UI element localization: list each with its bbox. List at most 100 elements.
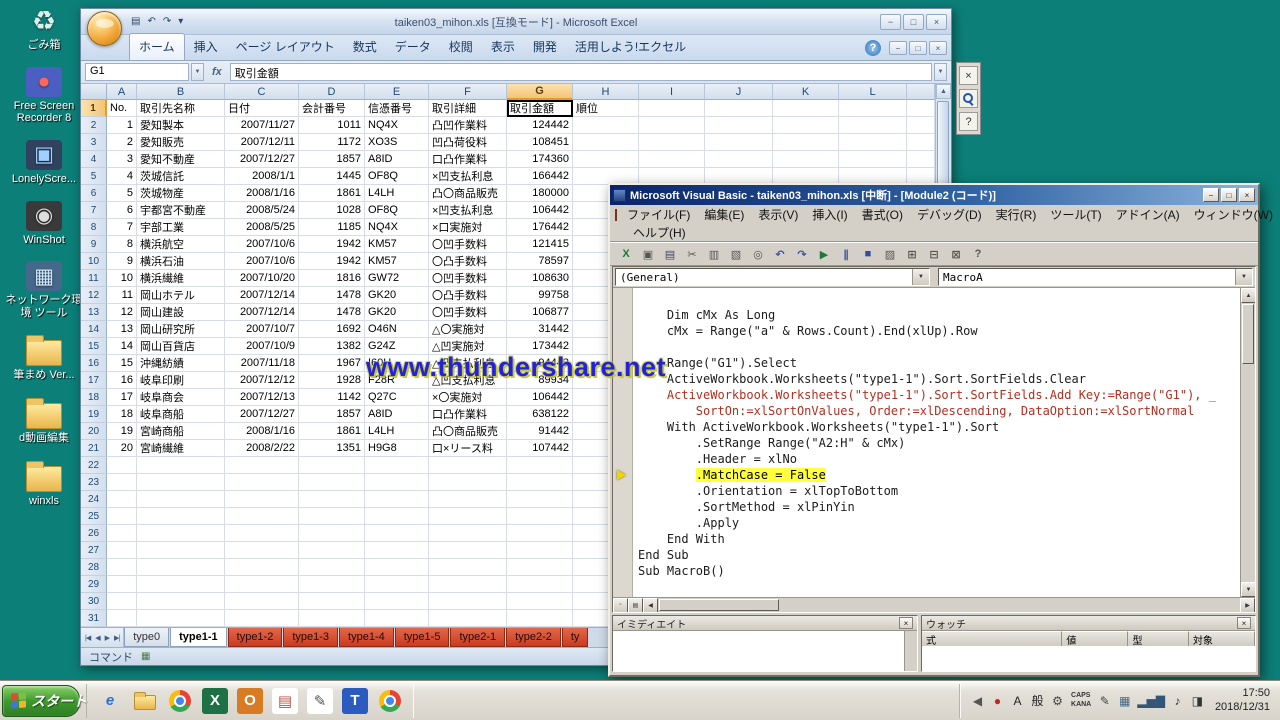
prev-sheet-icon[interactable]: ◀: [94, 634, 100, 642]
watch-close-icon[interactable]: ×: [1237, 617, 1251, 629]
code-scroll-track[interactable]: [1241, 303, 1255, 582]
cell[interactable]: 1928: [299, 372, 365, 389]
cell[interactable]: 愛知販売: [137, 134, 225, 151]
sheet-tab[interactable]: type1-2: [228, 628, 283, 647]
immediate-title-bar[interactable]: イミディエイト ×: [613, 616, 917, 631]
cell[interactable]: Q27C: [365, 389, 429, 406]
row-header[interactable]: 19: [81, 406, 107, 423]
undo-icon[interactable]: ↶: [145, 16, 157, 27]
cell[interactable]: 91442: [507, 423, 573, 440]
menu-item[interactable]: ヘルプ(H): [626, 223, 693, 242]
cell[interactable]: [225, 525, 299, 542]
cell[interactable]: 1478: [299, 304, 365, 321]
cell[interactable]: [107, 610, 137, 627]
cell[interactable]: 2008/5/24: [225, 202, 299, 219]
code-line[interactable]: Range("G1").Select: [638, 355, 1238, 371]
desktop-icon-winshot[interactable]: ◉WinShot: [4, 201, 84, 247]
sheet-tab[interactable]: type1-3: [283, 628, 338, 647]
row-header[interactable]: 17: [81, 372, 107, 389]
cell[interactable]: [639, 100, 705, 117]
cell[interactable]: No.: [107, 100, 137, 117]
office-button[interactable]: [87, 11, 122, 46]
menu-item[interactable]: ツール(T): [1043, 205, 1108, 224]
cell[interactable]: [365, 457, 429, 474]
cell[interactable]: 31442: [507, 321, 573, 338]
help-icon[interactable]: ?: [959, 112, 978, 131]
code-line[interactable]: [638, 579, 1238, 595]
code-hscroll-track[interactable]: [658, 598, 1240, 613]
full-module-view-icon[interactable]: ▤: [628, 598, 643, 613]
quick-launch-notepad-icon[interactable]: ✎: [307, 688, 333, 714]
ribbon-tab[interactable]: 挿入: [185, 34, 227, 60]
vba-close-button[interactable]: ×: [1239, 188, 1255, 202]
name-box-dropdown-icon[interactable]: ▼: [191, 63, 204, 81]
cell[interactable]: [839, 151, 907, 168]
cell[interactable]: [639, 134, 705, 151]
quick-launch-teams-icon[interactable]: T: [342, 688, 368, 714]
sheet-tab[interactable]: type2-2: [506, 628, 561, 647]
cell[interactable]: 107442: [507, 440, 573, 457]
menu-item[interactable]: 挿入(I): [805, 205, 854, 224]
row-header[interactable]: 15: [81, 338, 107, 355]
cell[interactable]: [429, 593, 507, 610]
code-line[interactable]: .MatchCase = False: [638, 467, 1238, 483]
cell[interactable]: [705, 117, 773, 134]
desktop-icon-video-edit-folder[interactable]: d動画編集: [4, 397, 84, 445]
undo-icon[interactable]: ↶: [770, 245, 790, 264]
cell[interactable]: [137, 542, 225, 559]
ribbon-tab[interactable]: 表示: [482, 34, 524, 60]
cell[interactable]: 121415: [507, 236, 573, 253]
cell[interactable]: 沖縄紡績: [137, 355, 225, 372]
quick-launch-excel-icon[interactable]: X: [202, 688, 228, 714]
last-sheet-icon[interactable]: ▶|: [113, 634, 120, 642]
code-line[interactable]: .SetRange Range("A2:H" & cMx): [638, 435, 1238, 451]
cell[interactable]: 凹凸荷役料: [429, 134, 507, 151]
cell[interactable]: 2007/12/27: [225, 151, 299, 168]
cell[interactable]: [773, 100, 839, 117]
cell[interactable]: [225, 610, 299, 627]
code-line[interactable]: Dim cMx As Long: [638, 307, 1238, 323]
cell[interactable]: GK20: [365, 287, 429, 304]
cell[interactable]: 2007/12/14: [225, 304, 299, 321]
vba-title-bar[interactable]: Microsoft Visual Basic - taiken03_mihon.…: [610, 185, 1258, 205]
cell[interactable]: [507, 593, 573, 610]
cell[interactable]: 1011: [299, 117, 365, 134]
cell[interactable]: A8ID: [365, 406, 429, 423]
cell[interactable]: [773, 134, 839, 151]
run-icon[interactable]: ▶: [814, 245, 834, 264]
cell[interactable]: 2008/1/1: [225, 168, 299, 185]
row-header[interactable]: 23: [81, 474, 107, 491]
sheet-tab[interactable]: type1-4: [339, 628, 394, 647]
cell[interactable]: 19: [107, 423, 137, 440]
cell[interactable]: ×凹支払利息: [429, 168, 507, 185]
cell[interactable]: [299, 474, 365, 491]
cell[interactable]: [839, 100, 907, 117]
cell[interactable]: [365, 593, 429, 610]
display-icon[interactable]: ◨: [1190, 693, 1205, 709]
ribbon-tab[interactable]: 数式: [344, 34, 386, 60]
cell[interactable]: 愛知製本: [137, 117, 225, 134]
help-button[interactable]: ?: [865, 40, 881, 56]
code-line[interactable]: ActiveWorkbook.Worksheets("type1-1").Sor…: [638, 371, 1238, 387]
redo-icon[interactable]: ↷: [792, 245, 812, 264]
cell[interactable]: [429, 525, 507, 542]
cell[interactable]: 18: [107, 406, 137, 423]
row-header[interactable]: 2: [81, 117, 107, 134]
cell[interactable]: ×凹支払利息: [429, 202, 507, 219]
code-line[interactable]: [638, 291, 1238, 307]
code-line[interactable]: .Orientation = xlTopToBottom: [638, 483, 1238, 499]
taskbar-clock[interactable]: 17:50 2018/12/31: [1215, 687, 1270, 715]
cell[interactable]: ×口実施対: [429, 219, 507, 236]
cell[interactable]: 2007/10/6: [225, 236, 299, 253]
ribbon-tab[interactable]: ホーム: [129, 33, 185, 60]
cell[interactable]: [507, 576, 573, 593]
cell[interactable]: 2007/10/9: [225, 338, 299, 355]
cell[interactable]: 2008/1/16: [225, 185, 299, 202]
quick-launch-chrome-icon[interactable]: [167, 688, 193, 714]
cell[interactable]: [107, 457, 137, 474]
sheet-tab[interactable]: type2-1: [450, 628, 505, 647]
column-header[interactable]: J: [705, 84, 773, 100]
code-line[interactable]: Sub MacroB(): [638, 563, 1238, 579]
cell[interactable]: [299, 542, 365, 559]
cell[interactable]: 4: [107, 168, 137, 185]
